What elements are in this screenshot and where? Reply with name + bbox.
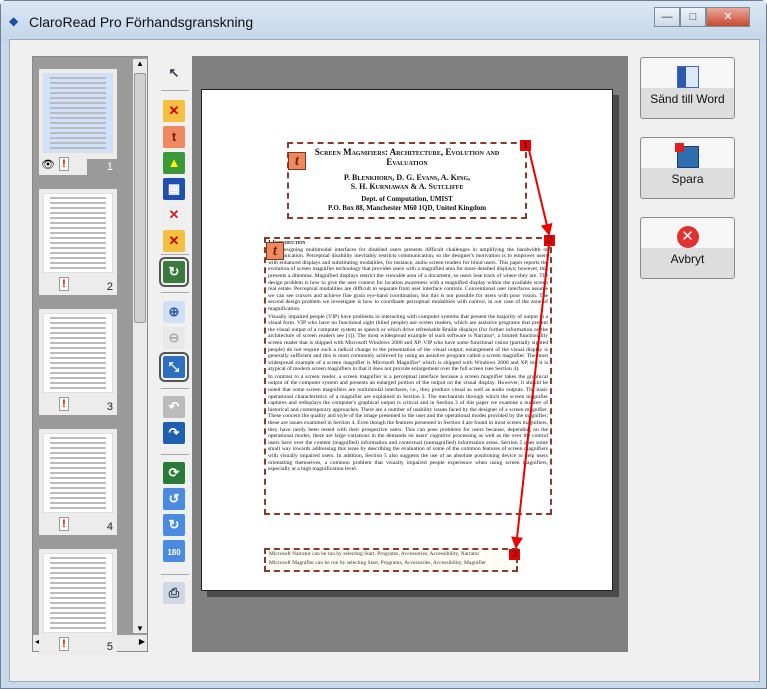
scroll-thumb[interactable] [134,73,146,323]
toolbar-separator [161,254,189,255]
page-thumbnail[interactable]: ! 4 [39,429,117,535]
toolbar-separator [161,292,189,293]
warning-icon: ! [59,637,69,651]
scroll-right-icon[interactable]: ▶ [139,637,145,646]
page-number: 4 [106,521,113,533]
page-thumbnail[interactable]: ! 5 [39,549,117,655]
preview-area: Screen Magnifiers: Architecture, Evoluti… [192,56,628,652]
save-label: Spara [671,172,704,186]
maximize-button[interactable]: □ [680,7,706,27]
preview-window: ◆ ClaroRead Pro Förhandsgranskning — □ ✕… [0,0,767,689]
warning-icon: ! [59,517,69,531]
rotate-180-icon[interactable]: 180 [163,540,185,562]
cancel-label: Avbryt [670,252,705,266]
warning-icon: ! [59,397,69,411]
minimize-button[interactable]: — [654,7,680,27]
client-area: ▼ ▲ ◀ ▶ 👁!1!2!3!4!5 ↖✕t▲▦✕✕↻⊕⊖⤡↶↷⟳↺↻180⎙… [9,39,760,682]
thumbnail-image [43,73,113,153]
image-region-icon[interactable]: ▲ [163,152,185,174]
rotate-icon[interactable]: ⟳ [163,462,185,484]
word-icon [676,66,699,88]
print-icon[interactable]: ⎙ [163,582,185,604]
undo-icon[interactable]: ↶ [163,396,185,418]
thumbnail-panel: ▼ ▲ ◀ ▶ 👁!1!2!3!4!5 [32,56,148,655]
eye-icon: 👁 [41,159,55,171]
order-arrow [528,149,553,236]
rotate-right-icon[interactable]: ↻ [163,514,185,536]
close-button[interactable]: ✕ [706,7,750,27]
title-bar: ◆ ClaroRead Pro Förhandsgranskning — □ ✕ [1,1,766,41]
app-icon: ◆ [9,14,19,28]
page-number: 3 [106,401,113,413]
scroll-up-icon[interactable]: ▲ [133,59,147,68]
scroll-down-icon[interactable]: ▼ [133,624,147,633]
zoom-out-icon[interactable]: ⊖ [163,327,185,349]
thumbnail-image [43,433,113,513]
cancel-button[interactable]: ✕ Avbryt [640,217,735,279]
delete-all-icon[interactable]: ✕ [163,230,185,252]
zoom-in-icon[interactable]: ⊕ [163,301,185,323]
redo-icon[interactable]: ↷ [163,422,185,444]
reading-order-arrows [511,149,553,549]
warning-icon: ! [59,157,69,171]
select-arrow-icon[interactable]: ↖ [163,62,185,84]
rotate-180-label: 180 [167,548,181,557]
save-button[interactable]: Spara [640,137,735,199]
delete-region-icon[interactable]: ✕ [163,100,185,122]
delete-icon[interactable]: ✕ [163,204,185,226]
toolbar-separator [161,454,189,455]
text-region-icon[interactable]: t [163,126,185,148]
window-title: ClaroRead Pro Förhandsgranskning [29,14,254,30]
page-thumbnail[interactable]: 👁! 1 [39,69,117,175]
warning-icon: ! [59,277,69,291]
thumbnail-image [43,553,113,633]
thumbnail-vertical-scrollbar[interactable]: ▼ ▲ [133,59,147,633]
auto-detect-icon[interactable]: ↻ [159,257,189,287]
thumbnail-image [43,313,113,393]
document-page: Screen Magnifiers: Architecture, Evoluti… [201,89,613,591]
send-to-word-button[interactable]: Sänd till Word [640,57,735,119]
toolbar-separator [161,90,189,91]
toolbar-separator [161,574,189,575]
page-thumbnail[interactable]: ! 3 [39,309,117,415]
page-thumbnail[interactable]: ! 2 [39,189,117,295]
table-region-icon[interactable]: ▦ [163,178,185,200]
toolbar-separator [161,388,189,389]
order-arrow [511,245,550,549]
page-number: 1 [106,161,113,173]
page-number: 2 [106,281,113,293]
fit-page-icon[interactable]: ⤡ [159,352,189,382]
rotate-left-icon[interactable]: ↺ [163,488,185,510]
tool-strip: ↖ ✕ t ▲ ▦ ✕ ✕ ↻ ⊕ ⊖ ⤡ ↶ ↷ ⟳ ↺ ↻ 180 ⎙ [157,56,193,652]
send-to-word-label: Sänd till Word [650,92,725,106]
save-icon [674,143,699,168]
cancel-icon: ✕ [676,226,699,248]
thumbnail-image [43,193,113,273]
page-number: 5 [106,641,113,653]
